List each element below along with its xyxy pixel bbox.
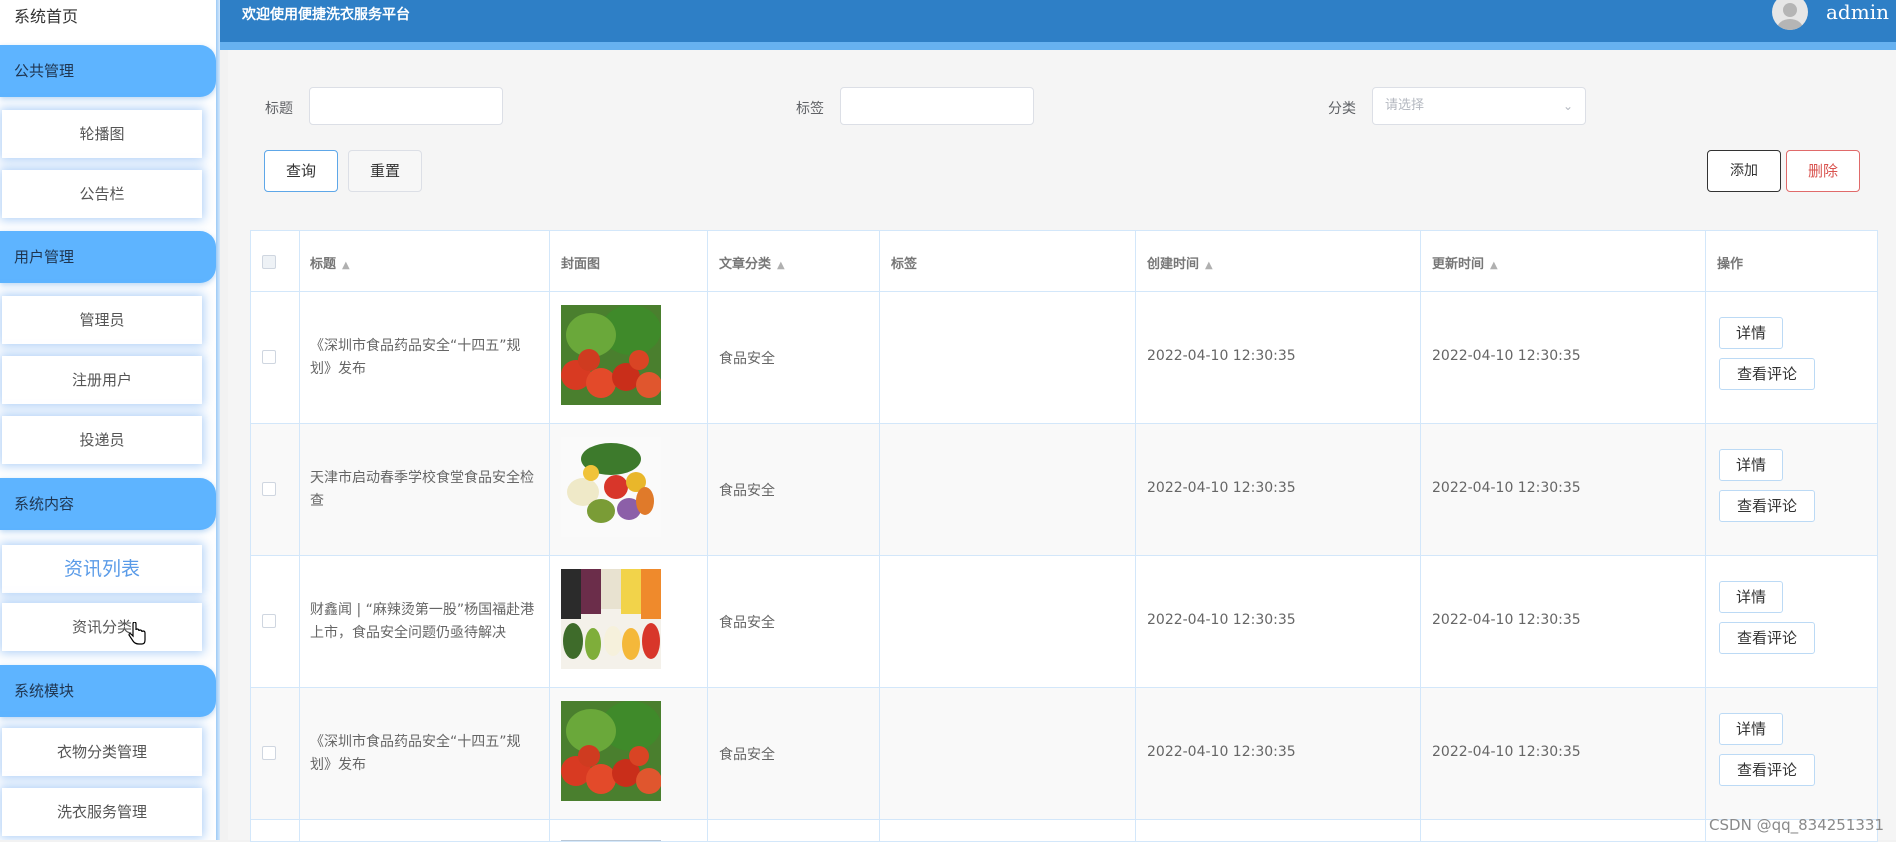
view-comments-button[interactable]: 查看评论 <box>1719 358 1815 390</box>
row-title: 天津市启动春季学校食堂食品安全检查 <box>310 470 534 509</box>
header-strip <box>220 42 1896 50</box>
news-table: 标题 ▲︎ 封面图 文章分类 ▲︎ 标签 创建时间 ▲︎ 更新时间 ▲︎ 操作 《深圳市… <box>250 230 1878 842</box>
cover-image <box>561 437 661 537</box>
top-header <box>220 0 1896 42</box>
sidebar-item-admins[interactable]: 管理员 <box>2 296 202 344</box>
sidebar-item-news-category[interactable]: 资讯分类 <box>2 603 202 651</box>
view-comments-button[interactable]: 查看评论 <box>1719 754 1815 786</box>
row-updated: 2022-04-10 12:30:35 <box>1432 480 1581 496</box>
cover-image <box>561 569 661 669</box>
detail-button[interactable]: 详情 <box>1719 713 1783 745</box>
sidebar-group-users[interactable]: 用户管理 <box>0 231 216 283</box>
sidebar-item-laundry-service[interactable]: 洗衣服务管理 <box>2 788 202 836</box>
row-created: 2022-04-10 12:30:35 <box>1147 744 1296 760</box>
column-header-created[interactable]: 创建时间 ▲︎ <box>1147 253 1213 272</box>
column-header-title[interactable]: 标题 ▲︎ <box>310 253 350 272</box>
sidebar-item-clothing-category[interactable]: 衣物分类管理 <box>2 728 202 776</box>
column-header-category[interactable]: 文章分类 ▲︎ <box>719 253 785 272</box>
sidebar-home[interactable]: 系统首页 <box>0 0 218 34</box>
username[interactable]: admin <box>1826 0 1889 24</box>
category-filter-label: 分类 <box>1328 101 1356 117</box>
row-checkbox[interactable] <box>262 350 276 364</box>
row-category: 食品安全 <box>719 615 775 631</box>
reset-button[interactable]: 重置 <box>348 150 422 192</box>
row-checkbox[interactable] <box>262 746 276 760</box>
sort-icon[interactable]: ▲︎ <box>342 260 350 271</box>
column-header-actions: 操作 <box>1717 257 1744 272</box>
category-select[interactable]: 请选择 ⌄ <box>1372 87 1586 125</box>
delete-button[interactable]: 删除 <box>1786 150 1860 192</box>
category-select-placeholder: 请选择 <box>1385 98 1425 113</box>
row-updated: 2022-04-10 12:30:35 <box>1432 744 1581 760</box>
sort-icon[interactable]: ▲︎ <box>1205 260 1213 271</box>
sidebar-item-registered-users[interactable]: 注册用户 <box>2 356 202 404</box>
query-button[interactable]: 查询 <box>264 150 338 192</box>
column-header-updated[interactable]: 更新时间 ▲︎ <box>1432 253 1498 272</box>
row-created: 2022-04-10 12:30:35 <box>1147 480 1296 496</box>
column-header-tag: 标签 <box>891 257 918 272</box>
select-all-checkbox[interactable] <box>262 255 276 269</box>
sidebar-item-news-list[interactable]: 资讯列表 <box>2 545 202 593</box>
detail-button[interactable]: 详情 <box>1719 317 1783 349</box>
title-filter-input[interactable] <box>309 87 503 125</box>
cover-image <box>561 701 661 801</box>
row-checkbox[interactable] <box>262 614 276 628</box>
sort-icon[interactable]: ▲︎ <box>1490 260 1498 271</box>
row-category: 食品安全 <box>719 747 775 763</box>
view-comments-button[interactable]: 查看评论 <box>1719 490 1815 522</box>
chevron-down-icon: ⌄ <box>1562 99 1573 113</box>
sidebar-item-notice[interactable]: 公告栏 <box>2 170 202 218</box>
row-checkbox[interactable] <box>262 482 276 496</box>
title-filter-label: 标题 <box>265 101 293 117</box>
row-created: 2022-04-10 12:30:35 <box>1147 348 1296 364</box>
view-comments-button[interactable]: 查看评论 <box>1719 622 1815 654</box>
row-category: 食品安全 <box>719 351 775 367</box>
column-header-cover: 封面图 <box>561 257 601 272</box>
sidebar: 系统首页 公共管理 轮播图 公告栏 用户管理 管理员 注册用户 投递员 系统内容… <box>0 0 218 840</box>
sidebar-group-modules[interactable]: 系统模块 <box>0 665 216 717</box>
add-button[interactable]: 添加 <box>1707 150 1781 192</box>
row-updated: 2022-04-10 12:30:35 <box>1432 348 1581 364</box>
cover-image <box>561 305 661 405</box>
sort-icon[interactable]: ▲︎ <box>777 260 785 271</box>
welcome-text: 欢迎使用便捷洗衣服务平台 <box>242 7 410 23</box>
mouse-cursor-icon <box>128 622 146 645</box>
sidebar-group-content[interactable]: 系统内容 <box>0 478 216 530</box>
detail-button[interactable]: 详情 <box>1719 449 1783 481</box>
watermark: CSDN @qq_834251331 <box>1709 816 1884 834</box>
sidebar-item-carousel[interactable]: 轮播图 <box>2 110 202 158</box>
row-updated: 2022-04-10 12:30:35 <box>1432 612 1581 628</box>
tag-filter-input[interactable] <box>840 87 1034 125</box>
tag-filter-label: 标签 <box>796 101 824 117</box>
row-title: 《深圳市食品药品安全“十四五”规划》发布 <box>310 338 521 377</box>
sidebar-item-couriers[interactable]: 投递员 <box>2 416 202 464</box>
row-created: 2022-04-10 12:30:35 <box>1147 612 1296 628</box>
detail-button[interactable]: 详情 <box>1719 581 1783 613</box>
row-category: 食品安全 <box>719 483 775 499</box>
row-title: 财鑫闻 | “麻辣烫第一股”杨国福赴港上市，食品安全问题仍亟待解决 <box>310 602 535 641</box>
sidebar-group-public[interactable]: 公共管理 <box>0 45 216 97</box>
sidebar-edge <box>216 0 220 840</box>
row-title: 《深圳市食品药品安全“十四五”规划》发布 <box>310 734 521 773</box>
